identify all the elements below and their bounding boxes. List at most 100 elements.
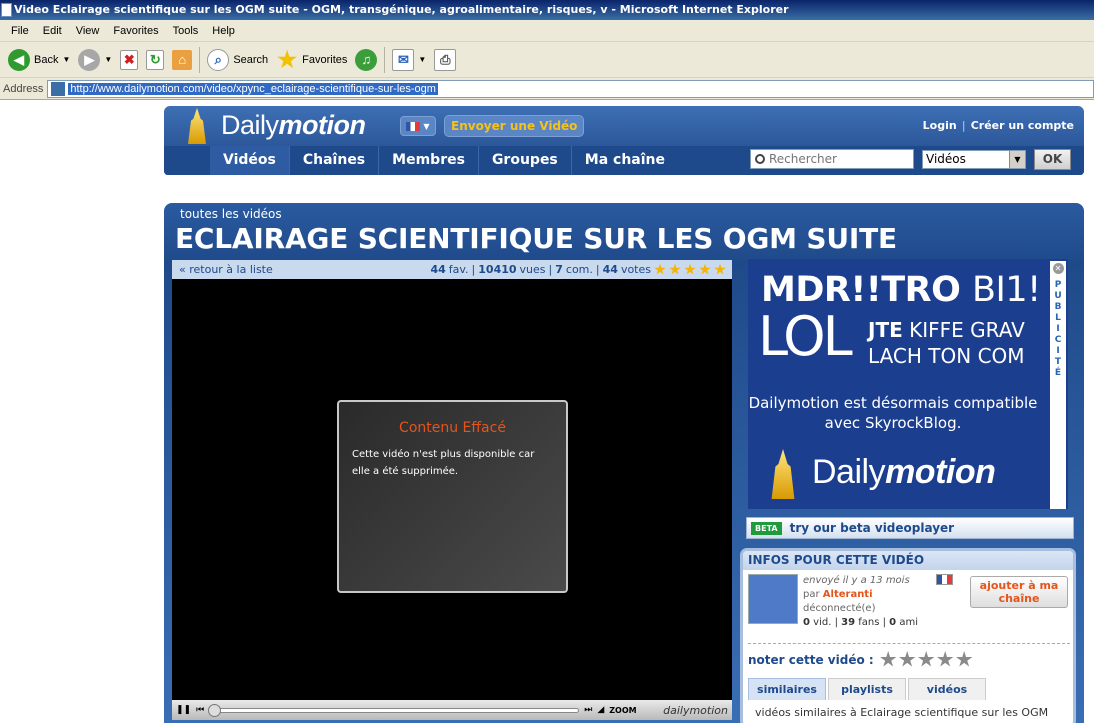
star-icon: ★ xyxy=(277,46,298,72)
video-info-panel: INFOS POUR CETTE VIDÉO envoyé il y a 13 … xyxy=(740,548,1076,723)
login-link[interactable]: Login xyxy=(923,119,957,132)
rate-star-icon[interactable] xyxy=(918,651,935,667)
uploader-name[interactable]: Alteranti xyxy=(823,589,873,600)
account-links: Login | Créer un compte xyxy=(923,119,1074,132)
window-titlebar: Video Eclairage scientifique sur les OGM… xyxy=(0,0,1094,20)
nav-tab-membres[interactable]: Membres xyxy=(379,146,479,175)
search-input[interactable] xyxy=(769,152,909,166)
address-url: http://www.dailymotion.com/video/xpync_e… xyxy=(68,82,438,95)
address-bar: Address http://www.dailymotion.com/video… xyxy=(0,78,1094,100)
print-button[interactable]: ⎙ xyxy=(430,45,460,75)
search-button[interactable]: ⌕ Search xyxy=(203,45,272,75)
beta-badge: BETA xyxy=(751,521,782,535)
rate-star-icon[interactable] xyxy=(956,651,973,667)
back-to-list-link[interactable]: « retour à la liste xyxy=(179,263,273,276)
publicite-label: PUBLICITÉ xyxy=(1054,280,1062,378)
advertisement[interactable]: MDR!!TRO BI1! LOL JTE KIFFE GRAV LACH TON… xyxy=(748,259,1068,509)
page-icon xyxy=(51,81,66,96)
back-arrow-icon: ◀ xyxy=(8,48,30,71)
comments-count: 7 xyxy=(555,263,563,276)
beta-link[interactable]: try our beta videoplayer xyxy=(790,521,955,535)
menu-file[interactable]: File xyxy=(4,25,36,37)
site-search xyxy=(750,149,914,169)
rate-star-icon[interactable] xyxy=(880,651,897,667)
close-icon[interactable]: ✕ xyxy=(1052,263,1064,274)
language-selector[interactable]: ▼ xyxy=(400,116,436,136)
votes-count: 44 xyxy=(602,263,618,276)
player-brand: dailymotion xyxy=(663,703,728,717)
video-player[interactable]: « retour à la liste 44 fav. | 10410 vues | 7… xyxy=(172,260,732,720)
forward-button[interactable]: ▶ ▼ xyxy=(74,45,116,75)
add-to-channel-button[interactable]: ajouter à ma chaîne xyxy=(970,576,1068,608)
chevron-down-icon: ▼ xyxy=(104,55,113,64)
chevron-down-icon: ▼ xyxy=(62,55,71,64)
user-status: déconnecté(e) xyxy=(803,603,876,614)
ad-dailymotion-logo: Dailymotion xyxy=(812,453,996,491)
ad-line2: JTE KIFFE GRAV LACH TON COM xyxy=(868,318,1025,368)
refresh-button[interactable]: ↻ xyxy=(142,45,168,75)
ad-publicite-strip: ✕ PUBLICITÉ xyxy=(1050,261,1066,509)
page-title: ECLAIRAGE SCIENTIFIQUE SUR LES OGM SUITE xyxy=(175,222,897,255)
home-button[interactable]: ⌂ xyxy=(168,45,196,75)
toolbar-divider xyxy=(199,46,201,73)
rate-star-icon[interactable] xyxy=(899,651,916,667)
rating-star-icon xyxy=(669,263,681,275)
upload-video-button[interactable]: Envoyer une Vidéo xyxy=(444,115,585,137)
dailymotion-tower-icon xyxy=(771,449,795,499)
zoom-label[interactable]: ZOOM xyxy=(609,706,636,715)
nav-tab-videos[interactable]: Vidéos xyxy=(210,146,290,175)
search-ok-button[interactable]: OK xyxy=(1034,149,1071,170)
dailymotion-header: Dailymotion ▼ Envoyer une Vidéo Login | Cr… xyxy=(164,106,1084,175)
video-stats: 44 fav. | 10410 vues | 7 com. | 44 votes xyxy=(430,263,726,276)
media-icon: ♫ xyxy=(355,48,378,71)
views-label: vues xyxy=(519,263,546,276)
breadcrumb[interactable]: toutes les vidéos xyxy=(180,207,282,221)
nav-tab-chaines[interactable]: Chaînes xyxy=(290,146,380,175)
player-controls: ❚❚ ⏮ ⏭ ◢ ZOOM dailymotion xyxy=(172,700,732,720)
france-flag-icon xyxy=(406,121,421,131)
comments-label: com. xyxy=(565,263,593,276)
menu-help[interactable]: Help xyxy=(205,25,242,37)
progress-knob[interactable] xyxy=(208,703,222,717)
info-header: INFOS POUR CETTE VIDÉO xyxy=(743,551,1073,570)
back-button[interactable]: ◀ Back ▼ xyxy=(4,45,74,75)
menu-favorites[interactable]: Favorites xyxy=(106,25,165,37)
toolbar-divider xyxy=(384,46,386,73)
back-label: Back xyxy=(34,53,59,66)
by-label: par xyxy=(803,589,820,600)
mail-button[interactable]: ✉ ▼ xyxy=(388,45,430,75)
views-count: 10410 xyxy=(478,263,517,276)
register-link[interactable]: Créer un compte xyxy=(971,119,1074,132)
fav-count: 44 xyxy=(430,263,446,276)
rating-star-icon xyxy=(654,263,666,275)
menu-edit[interactable]: Edit xyxy=(36,25,69,37)
menu-view[interactable]: View xyxy=(69,25,107,37)
rate-star-icon[interactable] xyxy=(937,651,954,667)
player-stats-bar: « retour à la liste 44 fav. | 10410 vues | 7… xyxy=(172,260,732,279)
address-field[interactable]: http://www.dailymotion.com/video/xpync_e… xyxy=(47,79,1094,98)
nav-tab-groupes[interactable]: Groupes xyxy=(479,146,572,175)
menu-tools[interactable]: Tools xyxy=(166,25,206,37)
favorites-label: Favorites xyxy=(302,53,348,66)
progress-bar[interactable] xyxy=(208,703,580,717)
tab-playlists[interactable]: playlists xyxy=(828,678,906,700)
deleted-message: Cette vidéo n'est plus disponible car el… xyxy=(352,449,535,477)
stop-icon: ✖ xyxy=(120,49,139,70)
search-scope-select[interactable]: Vidéos ▼ xyxy=(922,150,1026,169)
rating-star-icon xyxy=(684,263,696,275)
nav-tab-ma-chaine[interactable]: Ma chaîne xyxy=(572,146,678,175)
rating-star-icon xyxy=(699,263,711,275)
divider xyxy=(748,643,1070,644)
tab-similaires[interactable]: similaires xyxy=(748,678,826,700)
stop-button[interactable]: ✖ xyxy=(116,45,142,75)
dailymotion-tower-icon xyxy=(188,108,206,144)
address-label: Address xyxy=(3,82,44,95)
beta-player-bar[interactable]: BETA try our beta videoplayer xyxy=(746,517,1074,539)
media-button[interactable]: ♫ xyxy=(351,45,381,75)
refresh-icon: ↻ xyxy=(146,49,165,70)
favorites-button[interactable]: ★ Favorites xyxy=(272,45,351,75)
avatar[interactable] xyxy=(748,574,798,624)
menubar: File Edit View Favorites Tools Help xyxy=(0,20,1094,42)
dailymotion-logo[interactable]: Dailymotion xyxy=(221,110,366,141)
tab-videos[interactable]: vidéos xyxy=(908,678,986,700)
